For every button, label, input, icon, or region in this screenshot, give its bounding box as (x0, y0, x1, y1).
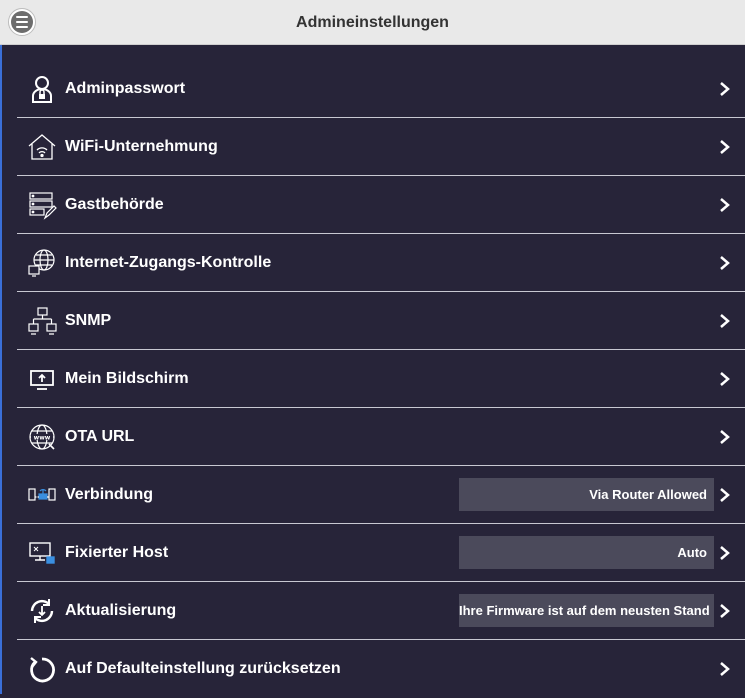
row-fixierter-host[interactable]: Fixierter Host Auto (17, 524, 745, 582)
host-monitor-icon (27, 538, 57, 568)
row-adminpasswort[interactable]: Adminpasswort (17, 60, 745, 118)
reset-icon (27, 654, 57, 684)
row-gastbehoerde[interactable]: Gastbehörde (17, 176, 745, 234)
left-edge-accent (0, 45, 2, 694)
wifi-house-icon (27, 132, 57, 162)
row-aktualisierung[interactable]: Aktualisierung Ihre Firmware ist auf dem… (17, 582, 745, 640)
chevron-right-icon (717, 313, 733, 329)
header-bar: Admineinstellungen (0, 0, 745, 45)
settings-list: Adminpasswort WiFi-Unternehmung Gastbehö… (17, 60, 745, 698)
network-icon (27, 306, 57, 336)
chevron-right-icon (717, 255, 733, 271)
connection-value: Via Router Allowed (459, 478, 714, 511)
server-edit-icon (27, 190, 57, 220)
row-label: Verbindung (65, 486, 153, 503)
chevron-right-icon (717, 429, 733, 445)
row-defaulteinstellung[interactable]: Auf Defaulteinstellung zurücksetzen (17, 640, 745, 698)
screen-upload-icon (27, 364, 57, 394)
row-snmp[interactable]: SNMP (17, 292, 745, 350)
host-value: Auto (459, 536, 714, 569)
chevron-right-icon (717, 139, 733, 155)
user-lock-icon (27, 74, 57, 104)
page-title: Admineinstellungen (296, 14, 449, 31)
row-label: WiFi-Unternehmung (65, 138, 218, 155)
chevron-right-icon (717, 545, 733, 561)
row-label: OTA URL (65, 428, 135, 445)
row-label: Mein Bildschirm (65, 370, 189, 387)
row-internet-zugangs-kontrolle[interactable]: Internet-Zugangs-Kontrolle (17, 234, 745, 292)
svg-text:www: www (34, 435, 51, 442)
row-label: SNMP (65, 312, 112, 329)
row-mein-bildschirm[interactable]: Mein Bildschirm (17, 350, 745, 408)
refresh-icon (27, 596, 57, 626)
firmware-status-value: Ihre Firmware ist auf dem neusten Stand (459, 594, 714, 627)
row-verbindung[interactable]: Verbindung Via Router Allowed (17, 466, 745, 524)
row-label: Internet-Zugangs-Kontrolle (65, 254, 272, 271)
chevron-right-icon (717, 603, 733, 619)
chevron-right-icon (717, 81, 733, 97)
row-wifi-unternehmung[interactable]: WiFi-Unternehmung (17, 118, 745, 176)
row-label: Aktualisierung (65, 602, 177, 619)
www-globe-icon: www (27, 422, 57, 452)
row-ota-url[interactable]: www OTA URL (17, 408, 745, 466)
row-label: Gastbehörde (65, 196, 164, 213)
row-label: Adminpasswort (65, 80, 186, 97)
chevron-right-icon (717, 661, 733, 677)
chevron-right-icon (717, 487, 733, 503)
row-label: Fixierter Host (65, 544, 169, 561)
row-label: Auf Defaulteinstellung zurücksetzen (65, 660, 341, 677)
chevron-right-icon (717, 371, 733, 387)
globe-monitor-icon (27, 248, 57, 278)
router-connection-icon (27, 480, 57, 510)
chevron-right-icon (717, 197, 733, 213)
